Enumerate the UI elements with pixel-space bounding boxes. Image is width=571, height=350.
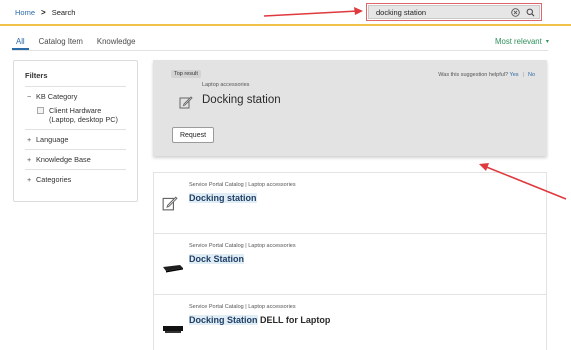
- clear-circle-icon[interactable]: [509, 6, 521, 18]
- top-result-card: Top result Was this suggestion helpful? …: [153, 60, 547, 156]
- filter-option-label: Client Hardware (Laptop, desktop PC): [49, 106, 118, 124]
- search-tabs: All Catalog Item Knowledge: [12, 35, 145, 50]
- result-category: Service Portal Catalog | Laptop accessor…: [189, 182, 296, 188]
- filter-section-knowledge-base[interactable]: + Knowledge Base: [25, 149, 126, 169]
- breadcrumb-home-link[interactable]: Home: [15, 8, 35, 17]
- sort-label: Most relevant: [495, 37, 542, 46]
- results-list: Service Portal Catalog | Laptop accessor…: [153, 172, 547, 350]
- breadcrumb-separator-icon: >: [41, 8, 46, 17]
- list-item[interactable]: Service Portal Catalog | Laptop accessor…: [154, 295, 546, 350]
- tabs-divider: [12, 50, 548, 51]
- top-result-title[interactable]: Docking station: [202, 94, 281, 106]
- sort-dropdown[interactable]: Most relevant ▾: [495, 37, 549, 46]
- list-item[interactable]: Service Portal Catalog | Laptop accessor…: [154, 173, 546, 234]
- breadcrumb-current: Search: [51, 8, 76, 17]
- dell-dock-image: [162, 321, 184, 339]
- helpful-feedback: Was this suggestion helpful? Yes | No: [438, 72, 535, 78]
- tab-knowledge[interactable]: Knowledge: [93, 35, 140, 50]
- search-input-value: docking station: [376, 7, 427, 17]
- filter-section-categories[interactable]: + Categories: [25, 169, 126, 189]
- expand-icon: +: [27, 155, 32, 164]
- search-input[interactable]: docking station: [368, 5, 540, 19]
- result-title-rest: DELL for Laptop: [257, 315, 331, 325]
- filter-section-label: KB Category: [36, 92, 78, 101]
- edit-form-icon: [162, 195, 184, 216]
- top-result-category: Laptop accessories: [202, 82, 250, 88]
- helpful-separator: |: [522, 72, 524, 78]
- helpful-no-link[interactable]: No: [528, 72, 535, 78]
- chevron-down-icon: ▾: [545, 39, 549, 45]
- result-title-highlight: Dock Station: [189, 254, 245, 264]
- filter-section-label: Knowledge Base: [36, 155, 91, 164]
- expand-icon: +: [27, 135, 32, 144]
- search-highlight-annotation: docking station: [366, 3, 542, 21]
- filter-section-kb-category[interactable]: − KB Category: [25, 86, 126, 106]
- expand-icon: +: [27, 175, 32, 184]
- filters-panel: Filters − KB Category Client Hardware (L…: [13, 60, 138, 202]
- top-result-badge: Top result: [171, 70, 201, 78]
- docking-station-image: [162, 260, 184, 278]
- list-item[interactable]: Service Portal Catalog | Laptop accessor…: [154, 234, 546, 295]
- portal-header: Home > Search docking station: [0, 0, 571, 26]
- filter-section-language[interactable]: + Language: [25, 129, 126, 149]
- result-title[interactable]: Docking station: [189, 193, 257, 203]
- checkbox[interactable]: [37, 107, 44, 114]
- result-title[interactable]: Docking Station DELL for Laptop: [189, 315, 330, 325]
- collapse-icon: −: [27, 92, 32, 101]
- helpful-question: Was this suggestion helpful?: [438, 72, 509, 78]
- edit-form-icon: [179, 95, 193, 109]
- result-title-highlight: Docking station: [189, 193, 257, 203]
- helpful-yes-link[interactable]: Yes: [510, 72, 519, 78]
- magnifier-icon[interactable]: [524, 6, 536, 18]
- request-button[interactable]: Request: [172, 127, 214, 143]
- result-category: Service Portal Catalog | Laptop accessor…: [189, 243, 296, 249]
- filter-option-client-hardware[interactable]: Client Hardware (Laptop, desktop PC): [25, 106, 126, 129]
- tab-catalog-item[interactable]: Catalog Item: [35, 35, 87, 50]
- filter-section-label: Language: [36, 135, 69, 144]
- result-category: Service Portal Catalog | Laptop accessor…: [189, 304, 296, 310]
- filters-title: Filters: [25, 71, 48, 80]
- tab-all[interactable]: All: [12, 35, 29, 50]
- result-title[interactable]: Dock Station: [189, 254, 245, 264]
- result-title-highlight: Docking Station: [189, 315, 258, 325]
- breadcrumb: Home > Search: [15, 8, 75, 17]
- filter-section-label: Categories: [36, 175, 72, 184]
